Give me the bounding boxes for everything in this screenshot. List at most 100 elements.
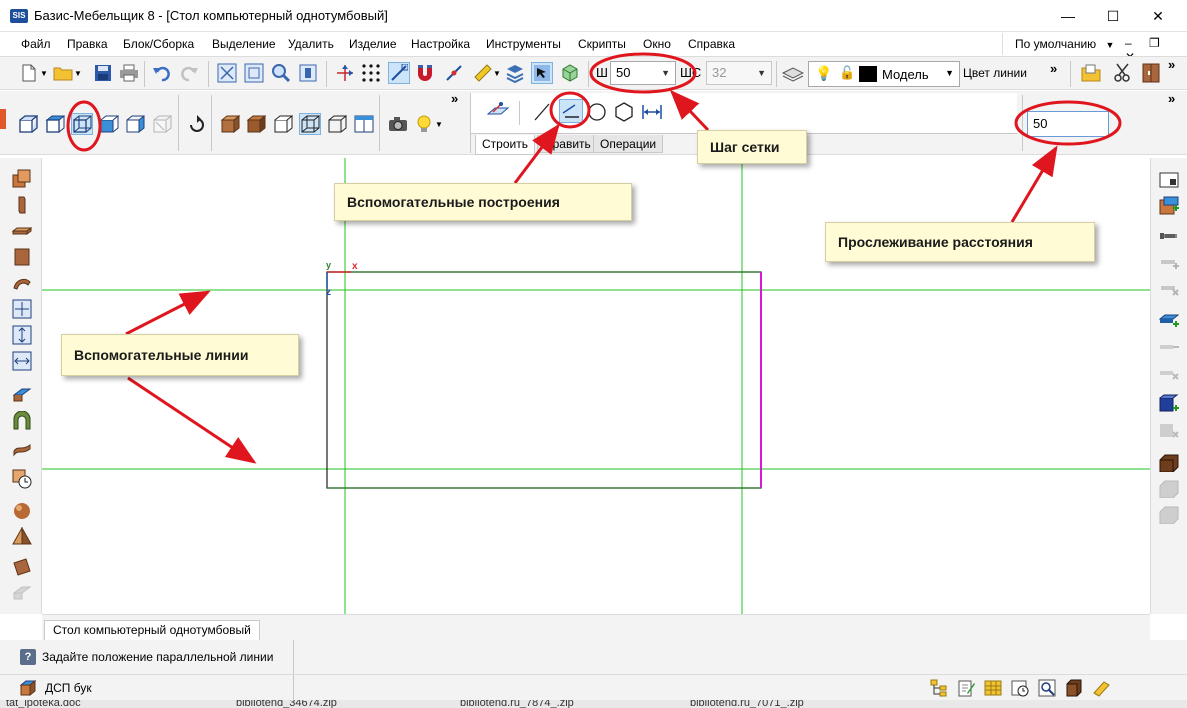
schedule-clock-icon[interactable] <box>1011 679 1029 697</box>
undo-icon[interactable] <box>151 62 173 84</box>
toolbar-overflow[interactable]: » <box>1168 57 1175 72</box>
grid-step-select[interactable]: 50 ▼ <box>610 61 676 85</box>
chevron-down-icon[interactable]: ▼ <box>40 69 48 78</box>
snap-endpoint-icon[interactable] <box>388 62 410 84</box>
drawer-remove-icon[interactable] <box>1159 504 1179 524</box>
menu-help[interactable]: Справка <box>688 37 735 51</box>
render-wireframe-icon[interactable] <box>299 113 321 135</box>
view-front-cube-icon[interactable] <box>17 113 39 135</box>
scissors-icon[interactable] <box>1112 62 1134 84</box>
close-button[interactable]: ✕ <box>1135 0 1181 32</box>
sphere-icon[interactable] <box>12 501 32 521</box>
drawer-icon[interactable] <box>1159 452 1179 472</box>
chevron-down-icon[interactable]: ▼ <box>435 120 443 129</box>
distance-tracking-input[interactable]: 50 <box>1027 111 1109 137</box>
documents-folder-icon[interactable] <box>1080 62 1102 84</box>
profile-select[interactable]: По умолчанию ▼ <box>1002 33 1122 55</box>
save-icon[interactable] <box>92 62 114 84</box>
toolbar-overflow[interactable]: » <box>451 91 458 106</box>
view-top-cube-icon[interactable] <box>44 113 66 135</box>
polygon-tool-icon[interactable] <box>613 101 635 123</box>
document-tab[interactable]: Стол компьютерный однотумбовый <box>44 620 260 640</box>
arch-profile-icon[interactable] <box>12 411 32 431</box>
screw-add-icon[interactable] <box>1159 252 1179 272</box>
menu-settings[interactable]: Настройка <box>411 37 470 51</box>
snap-step-select[interactable]: 32 ▼ <box>706 61 772 85</box>
layers-stack-icon[interactable] <box>504 62 526 84</box>
bent-profile-icon[interactable] <box>12 437 32 457</box>
open-folder-icon[interactable] <box>52 62 74 84</box>
zoom-window-icon[interactable] <box>243 62 265 84</box>
render-hidden-lines-icon[interactable] <box>272 113 294 135</box>
select-cursor-icon[interactable] <box>531 62 553 84</box>
maximize-button[interactable]: ☐ <box>1090 0 1136 32</box>
menu-product[interactable]: Изделие <box>349 37 397 51</box>
hardware-clock-icon[interactable] <box>12 469 32 489</box>
view-right-cube-icon[interactable] <box>124 113 146 135</box>
new-file-icon[interactable] <box>18 62 40 84</box>
cube-3d-icon[interactable] <box>559 62 581 84</box>
view-wireframe-cube-icon[interactable] <box>71 113 93 135</box>
render-shaded-icon[interactable] <box>245 113 267 135</box>
zoom-extents-icon[interactable] <box>216 62 238 84</box>
pan-view-icon[interactable] <box>297 62 319 84</box>
menu-edit[interactable]: Правка <box>67 37 108 51</box>
table-grid-icon[interactable] <box>984 679 1002 697</box>
rotate-view-icon[interactable] <box>186 113 208 135</box>
coordinate-axes-icon[interactable] <box>334 62 356 84</box>
horizontal-panel-icon[interactable] <box>12 221 32 241</box>
menu-delete[interactable]: Удалить <box>288 37 334 51</box>
panel-outline[interactable] <box>326 271 762 489</box>
chevron-down-icon[interactable]: ▼ <box>74 69 82 78</box>
parallel-line-tool-icon[interactable] <box>559 99 583 123</box>
minimize-button[interactable]: — <box>1045 0 1091 32</box>
construct-plane-icon[interactable] <box>487 99 509 121</box>
preview-zoom-icon[interactable] <box>1038 679 1056 697</box>
view-iso-cube-icon[interactable] <box>151 113 173 135</box>
toolbar-overflow[interactable]: » <box>1168 91 1175 106</box>
render-textured-icon[interactable] <box>219 113 241 135</box>
shelf-remove-icon[interactable] <box>1159 362 1179 382</box>
redo-icon[interactable] <box>178 62 200 84</box>
tab-edit[interactable]: Править <box>537 135 598 153</box>
drawer-add-icon[interactable] <box>1159 478 1179 498</box>
tab-build[interactable]: Строить <box>475 135 535 155</box>
taskbar-item[interactable]: bibliotend_34674.zip <box>236 700 337 708</box>
snap-line-icon[interactable] <box>443 62 465 84</box>
taskbar-item[interactable]: bibliotend.ru_7874_.zip <box>460 700 574 708</box>
menu-block-assembly[interactable]: Блок/Сборка <box>123 37 194 51</box>
lightbulb-icon[interactable]: 💡 <box>815 65 832 82</box>
help-icon[interactable]: ? <box>20 649 36 665</box>
split-view-icon[interactable] <box>353 113 375 135</box>
book-library-icon[interactable] <box>1092 679 1110 697</box>
grid-dots-icon[interactable] <box>360 62 382 84</box>
view-side-cube-icon[interactable] <box>98 113 120 135</box>
menu-file[interactable]: Файл <box>21 37 51 51</box>
tab-operations[interactable]: Операции <box>593 135 664 153</box>
padlock-icon[interactable]: 🔓 <box>839 65 855 81</box>
toolbar-overflow[interactable]: » <box>1050 61 1057 76</box>
dimension-tool-icon[interactable] <box>641 101 663 123</box>
taskbar-item[interactable]: bibliotend.ru_7071_.zip <box>690 700 804 708</box>
extrude-icon[interactable] <box>12 385 32 405</box>
shelf-add-icon[interactable] <box>1159 310 1179 330</box>
ruler-icon[interactable] <box>472 62 494 84</box>
disabled-panel-icon[interactable] <box>12 583 32 603</box>
screw-icon[interactable] <box>1159 226 1179 246</box>
chevron-down-icon[interactable]: ▼ <box>493 69 501 78</box>
properties-panel-icon[interactable] <box>1159 170 1179 190</box>
light-source-icon[interactable] <box>413 113 435 135</box>
line-tool-icon[interactable] <box>531 101 553 123</box>
camera-icon[interactable] <box>387 113 409 135</box>
print-icon[interactable] <box>118 62 140 84</box>
shelf-move-icon[interactable] <box>1159 336 1179 356</box>
cabinet-icon[interactable] <box>1140 62 1162 84</box>
circle-tool-icon[interactable] <box>586 101 608 123</box>
notes-edit-icon[interactable] <box>957 679 975 697</box>
layer-color-swatch[interactable] <box>859 66 877 82</box>
tilted-panel-icon[interactable] <box>12 557 32 577</box>
vertical-panel-icon[interactable] <box>12 195 32 215</box>
menu-selection[interactable]: Выделение <box>212 37 276 51</box>
menu-window[interactable]: Окно <box>643 37 671 51</box>
fit-vertical-icon[interactable] <box>12 325 32 345</box>
